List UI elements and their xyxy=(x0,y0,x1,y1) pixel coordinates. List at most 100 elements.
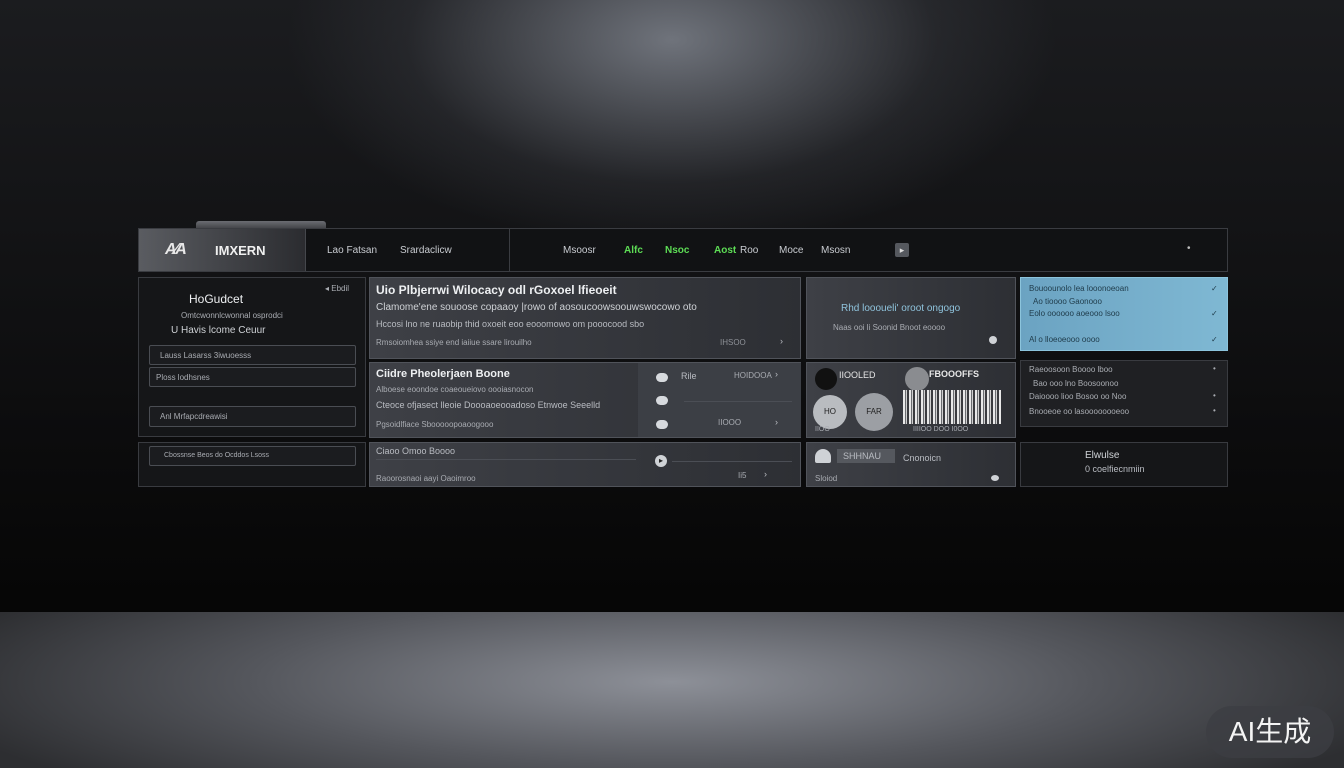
nav-item-4[interactable]: Aost xyxy=(714,245,736,256)
main-line-1: Clamome'ene souoose copaaoy |rowo of aos… xyxy=(376,302,697,313)
nav-item-6[interactable]: Moce xyxy=(779,245,803,256)
notification-panel: SHHNAU Cnonoicn Sloiod xyxy=(806,442,1016,487)
top-navigation-bar: A⁄A IMXERN Lao Fatsan Srardaclicw Msoosr… xyxy=(138,228,1228,272)
detail-title: Ciidre Pheolerjaen Boone xyxy=(376,368,510,380)
detail-panel: Ciidre Pheolerjaen Boone Alboese eoondoe… xyxy=(369,362,801,438)
bell-icon[interactable] xyxy=(991,475,999,481)
waveform-visualizer xyxy=(903,390,1001,424)
settings-list-panel: Raeoosoon Boooo lboo • Bao ooo lno Booso… xyxy=(1020,360,1228,427)
lower-panel: Ciaoo Omoo Boooo ▸ Raoorosnaoi aayi Oaoi… xyxy=(369,442,801,487)
detail-line-1: Alboese eoondoe coaeoueiovo oooiasnocon xyxy=(376,385,534,394)
input-field-3-text: Anl Mrfapcdreawisi xyxy=(160,412,228,421)
media-thumbnail-icon[interactable] xyxy=(815,368,837,390)
nav-item-2[interactable]: Alfc xyxy=(624,245,643,256)
panel-line-1: Omtcwonnlcwonnal osprodci xyxy=(181,311,283,320)
footer-right-panel: Elwulse 0 coelfiecnmiin xyxy=(1020,442,1228,487)
chevron-right-icon[interactable]: › xyxy=(764,469,767,479)
dot-icon: • xyxy=(1213,406,1216,415)
lower-line-1: Ciaoo Omoo Boooo xyxy=(376,446,456,456)
input-field-4[interactable]: Cbossnse Beos do Ocddos Lsoss xyxy=(149,446,356,466)
left-bottom-panel: Cbossnse Beos do Ocddos Lsoss xyxy=(138,442,366,487)
check-icon: ✓ xyxy=(1211,309,1218,318)
lower-progress-line xyxy=(672,461,792,462)
notification-tag-bg: SHHNAU xyxy=(837,449,895,463)
blue-row-2[interactable]: Ao tioooo Gaonooo xyxy=(1033,297,1102,306)
list-row-4[interactable]: Bnooeoe oo lasoooooooeoo xyxy=(1029,407,1129,416)
media-circle-2[interactable]: FAR xyxy=(855,393,893,431)
row-3-value: IIOOO xyxy=(718,418,742,427)
main-title: Uio Plbjerrwi Wilocacy odl rGoxoel lfieo… xyxy=(376,283,617,297)
input-field-3[interactable]: Anl Mrfapcdreawisi xyxy=(149,406,356,427)
topbar-link-1[interactable]: Lao Fatsan xyxy=(327,245,377,256)
watermark-badge: AI生成 xyxy=(1206,706,1334,758)
toggle-switch-3[interactable] xyxy=(656,420,668,429)
nav-item-1[interactable]: Msoosr xyxy=(563,245,596,256)
blue-row-4[interactable]: Al o lloeoeooo oooo xyxy=(1029,335,1100,344)
main-line-2: Hccosi lno ne ruaobip thid oxoeit eoo eo… xyxy=(376,319,645,329)
promo-title: Rhd loooueli' oroot ongogo xyxy=(841,303,961,314)
notification-tag: SHHNAU xyxy=(843,451,882,461)
input-field-1-text: Lauss Lasarss 3iwuoesss xyxy=(160,351,252,360)
row-1-label: Rile xyxy=(681,371,697,381)
dot-icon[interactable]: • xyxy=(1187,243,1191,254)
row-1-value: HOIDOOA xyxy=(734,371,772,380)
play-icon[interactable]: ▸ xyxy=(655,455,667,467)
media-circle-1[interactable]: HO xyxy=(813,395,847,429)
input-field-1[interactable]: Lauss Lasarss 3iwuoesss xyxy=(149,345,356,365)
footer-right-sub: 0 coelfiecnmiin xyxy=(1085,464,1145,474)
chevron-right-icon[interactable]: › xyxy=(775,417,778,427)
app-title: IMXERN xyxy=(215,243,266,258)
left-info-panel: ◂ Ebdil HoGudcet Omtcwonnlcwonnal osprod… xyxy=(138,277,366,437)
main-footer-value: IHSOO xyxy=(720,338,746,347)
nav-item-5[interactable]: Roo xyxy=(740,245,758,256)
list-row-1[interactable]: Raeoosoon Boooo lboo xyxy=(1029,365,1113,374)
indicator-dot-icon xyxy=(989,336,997,344)
lower-value: Ii5 xyxy=(738,471,747,480)
media-time-label: IIOO xyxy=(815,426,830,433)
dot-icon: • xyxy=(1213,391,1216,400)
divider xyxy=(509,229,510,271)
logo-mark-icon: A⁄A xyxy=(165,241,187,258)
toggle-switch-1[interactable] xyxy=(656,373,668,382)
toggle-switch-2[interactable] xyxy=(656,396,668,405)
media-tag: FBOOOFFS xyxy=(929,369,979,379)
media-disc-icon xyxy=(905,367,929,391)
lower-divider xyxy=(376,459,636,460)
main-content-panel: Uio Plbjerrwi Wilocacy odl rGoxoel lfieo… xyxy=(369,277,801,359)
input-field-2[interactable]: Ploss lodhsnes xyxy=(149,367,356,387)
panel-title: HoGudcet xyxy=(189,292,244,306)
notification-footer: Sloiod xyxy=(815,474,838,483)
media-panel: IIOOLED FBOOOFFS HO FAR IIIIOO DOO I0OO … xyxy=(806,362,1016,438)
reflective-floor xyxy=(0,612,1344,768)
list-row-2[interactable]: Bao ooo lno Boosoonoo xyxy=(1033,379,1118,388)
input-field-4-text: Cbossnse Beos do Ocddos Lsoss xyxy=(164,452,270,459)
topbar-link-2[interactable]: Srardaclicw xyxy=(400,245,452,256)
chevron-right-icon[interactable]: › xyxy=(780,336,783,346)
row-2-line xyxy=(684,401,792,402)
list-row-3[interactable]: Daioooo lioo Bosoo oo Noo xyxy=(1029,392,1126,401)
logo[interactable]: A⁄A IMXERN xyxy=(139,229,306,271)
detail-line-2: Cteoce ofjasect lleoie Doooaoeooadoso Et… xyxy=(376,400,601,410)
cloud-icon xyxy=(815,449,831,463)
media-meter: IIIIOO DOO I0OO xyxy=(913,426,969,433)
check-icon: ✓ xyxy=(1211,335,1218,344)
promo-subtitle: Naas ooi li Soonid Bnoot eoooo xyxy=(833,323,946,332)
dot-icon: • xyxy=(1213,364,1216,373)
detail-line-3: Pgsoidlfiace Sbooooopoaoogooo xyxy=(376,420,494,429)
footer-right-title: Elwulse xyxy=(1085,450,1120,461)
panel-line-2: U Havis lcome Ceuur xyxy=(171,325,266,336)
nav-item-7[interactable]: Msosn xyxy=(821,245,850,256)
main-line-3: Rmsoiomhea ssiye end iaiiue ssare liroui… xyxy=(376,338,532,347)
check-icon: ✓ xyxy=(1211,284,1218,293)
highlight-list-panel: Bouoounolo lea looonoeoan ✓ Ao tioooo Ga… xyxy=(1020,277,1228,351)
nav-item-3[interactable]: Nsoc xyxy=(665,245,689,256)
blue-row-1[interactable]: Bouoounolo lea looonoeoan xyxy=(1029,284,1129,293)
blue-row-3[interactable]: Eolo oooooo aoeooo lsoo xyxy=(1029,309,1120,318)
media-label: IIOOLED xyxy=(839,370,876,380)
notification-label: Cnonoicn xyxy=(903,453,942,463)
back-link[interactable]: ◂ Ebdil xyxy=(325,284,349,293)
arrow-square-icon[interactable]: ▸ xyxy=(895,243,909,257)
input-field-2-text: Ploss lodhsnes xyxy=(156,373,210,382)
chevron-right-icon[interactable]: › xyxy=(775,369,778,379)
promo-card[interactable]: Rhd loooueli' oroot ongogo Naas ooi li S… xyxy=(806,277,1016,359)
